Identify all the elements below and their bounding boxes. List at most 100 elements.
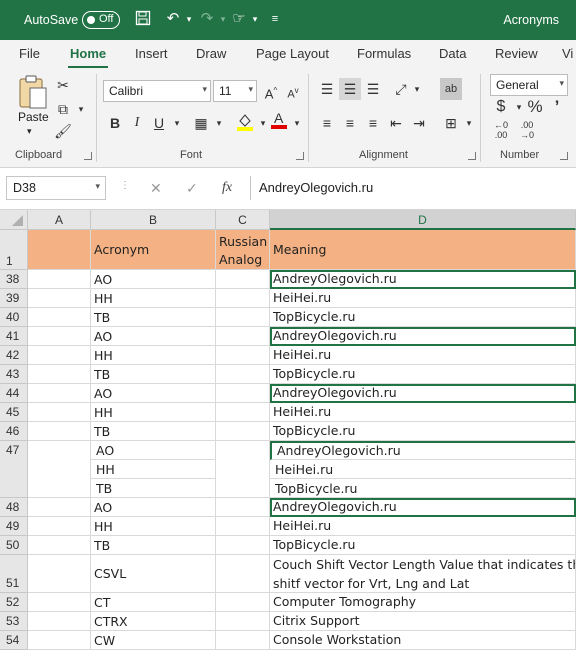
column-header-a[interactable]: A — [28, 210, 91, 230]
tab-draw[interactable]: Draw — [196, 46, 226, 61]
row-header-48[interactable]: 48 — [0, 498, 28, 517]
number-launcher-icon[interactable] — [560, 152, 568, 160]
cell-c41[interactable] — [216, 327, 270, 346]
enter-icon[interactable]: ✓ — [186, 180, 198, 197]
cell-d45[interactable]: HeiHei.ru — [270, 403, 576, 422]
cell-b51[interactable]: CSVL — [91, 555, 216, 593]
cell-c42[interactable] — [216, 346, 270, 365]
decrease-indent-icon[interactable]: ⇤ — [385, 112, 407, 134]
formula-input[interactable]: AndreyOlegovich.ru — [250, 176, 576, 200]
cell-d52[interactable]: Computer Tomography — [270, 593, 576, 612]
cancel-icon[interactable]: ✕ — [150, 180, 162, 197]
cell-c39[interactable] — [216, 289, 270, 308]
align-top-icon[interactable]: ☰ — [316, 78, 338, 100]
font-launcher-icon[interactable] — [296, 152, 304, 160]
cell-b46[interactable]: TB — [91, 422, 216, 441]
decrease-decimal-icon[interactable]: .00 →0 — [516, 120, 538, 142]
row-header-50[interactable]: 50 — [0, 536, 28, 555]
font-name-select[interactable]: Calibri ▾ — [103, 80, 211, 102]
cell-b50[interactable]: TB — [91, 536, 216, 555]
underline-dropdown-icon[interactable]: ▾ — [166, 112, 188, 134]
cell-d44[interactable]: AndreyOlegovich.ru — [270, 384, 576, 403]
cell-c46[interactable] — [216, 422, 270, 441]
cell-b48[interactable]: AO — [91, 498, 216, 517]
cell-c1[interactable]: Russian Analog — [216, 230, 270, 270]
borders-dropdown-icon[interactable]: ▾ — [208, 112, 230, 134]
cell-b47[interactable]: AO HH TB — [91, 441, 216, 498]
cell-b40[interactable]: TB — [91, 308, 216, 327]
cell-a39[interactable] — [28, 289, 91, 308]
select-all-corner[interactable] — [0, 210, 28, 230]
cell-b53[interactable]: CTRX — [91, 612, 216, 631]
cell-c45[interactable] — [216, 403, 270, 422]
tab-data[interactable]: Data — [439, 46, 466, 61]
row-header-51[interactable]: 51 — [0, 555, 28, 593]
align-bottom-icon[interactable]: ☰ — [362, 78, 384, 100]
tab-formulas[interactable]: Formulas — [357, 46, 411, 61]
align-center-icon[interactable]: ≡ — [339, 112, 361, 134]
number-format-select[interactable]: General ▾ — [490, 74, 568, 96]
decrease-font-size-icon[interactable]: Av — [282, 80, 304, 102]
cell-a43[interactable] — [28, 365, 91, 384]
cell-d42[interactable]: HeiHei.ru — [270, 346, 576, 365]
cell-b43[interactable]: TB — [91, 365, 216, 384]
wrap-text-icon[interactable]: ab — [440, 78, 462, 100]
cell-d51[interactable]: Couch Shift Vector Length Value that ind… — [270, 555, 576, 593]
cell-c49[interactable] — [216, 517, 270, 536]
customize-qat-icon[interactable]: ≡ — [266, 10, 284, 28]
increase-indent-icon[interactable]: ⇥ — [408, 112, 430, 134]
italic-icon[interactable]: I — [126, 112, 148, 134]
row-header-45[interactable]: 45 — [0, 403, 28, 422]
row-header-54[interactable]: 54 — [0, 631, 28, 650]
insert-function-icon[interactable]: fx — [222, 180, 232, 196]
orientation-dropdown-icon[interactable]: ▾ — [406, 78, 428, 100]
cell-a45[interactable] — [28, 403, 91, 422]
cell-b44[interactable]: AO — [91, 384, 216, 403]
cell-b54[interactable]: CW — [91, 631, 216, 650]
tab-page-layout[interactable]: Page Layout — [256, 46, 329, 61]
cell-d40[interactable]: TopBicycle.ru — [270, 308, 576, 327]
cell-a38[interactable] — [28, 270, 91, 289]
cell-c44[interactable] — [216, 384, 270, 403]
tab-view[interactable]: Vi — [562, 46, 573, 61]
cell-b1[interactable]: Acronym — [91, 230, 216, 270]
tab-home[interactable]: Home — [70, 46, 106, 61]
undo-dropdown-icon[interactable]: ▾ — [180, 10, 198, 28]
copy-dropdown-icon[interactable]: ▾ — [70, 98, 92, 120]
alignment-launcher-icon[interactable] — [468, 152, 476, 160]
cell-a1[interactable] — [28, 230, 91, 270]
row-header-40[interactable]: 40 — [0, 308, 28, 327]
touch-dropdown-icon[interactable]: ▾ — [246, 10, 264, 28]
cell-d43[interactable]: TopBicycle.ru — [270, 365, 576, 384]
paste-dropdown-icon[interactable]: ▾ — [27, 126, 32, 137]
cell-d46[interactable]: TopBicycle.ru — [270, 422, 576, 441]
row-header-43[interactable]: 43 — [0, 365, 28, 384]
cell-b41[interactable]: AO — [91, 327, 216, 346]
column-header-c[interactable]: C — [216, 210, 270, 230]
cell-b49[interactable]: HH — [91, 517, 216, 536]
cell-a53[interactable] — [28, 612, 91, 631]
cell-b52[interactable]: CT — [91, 593, 216, 612]
cell-b39[interactable]: HH — [91, 289, 216, 308]
save-icon[interactable] — [134, 10, 152, 28]
cell-b38[interactable]: AO — [91, 270, 216, 289]
cell-a40[interactable] — [28, 308, 91, 327]
font-color-dropdown-icon[interactable]: ▾ — [286, 112, 308, 134]
cell-a54[interactable] — [28, 631, 91, 650]
row-header-38[interactable]: 38 — [0, 270, 28, 289]
increase-decimal-icon[interactable]: ←0.00 — [490, 120, 512, 142]
cell-d54[interactable]: Console Workstation — [270, 631, 576, 650]
row-header-46[interactable]: 46 — [0, 422, 28, 441]
row-header-41[interactable]: 41 — [0, 327, 28, 346]
cell-d41[interactable]: AndreyOlegovich.ru — [270, 327, 576, 346]
cell-a52[interactable] — [28, 593, 91, 612]
cell-c48[interactable] — [216, 498, 270, 517]
cell-a44[interactable] — [28, 384, 91, 403]
cell-a50[interactable] — [28, 536, 91, 555]
font-size-select[interactable]: 11 ▾ — [213, 80, 257, 102]
cell-d38[interactable]: AndreyOlegovich.ru — [270, 270, 576, 289]
cell-c47[interactable] — [216, 441, 270, 498]
column-header-d[interactable]: D — [270, 210, 576, 230]
cell-c40[interactable] — [216, 308, 270, 327]
row-header-39[interactable]: 39 — [0, 289, 28, 308]
